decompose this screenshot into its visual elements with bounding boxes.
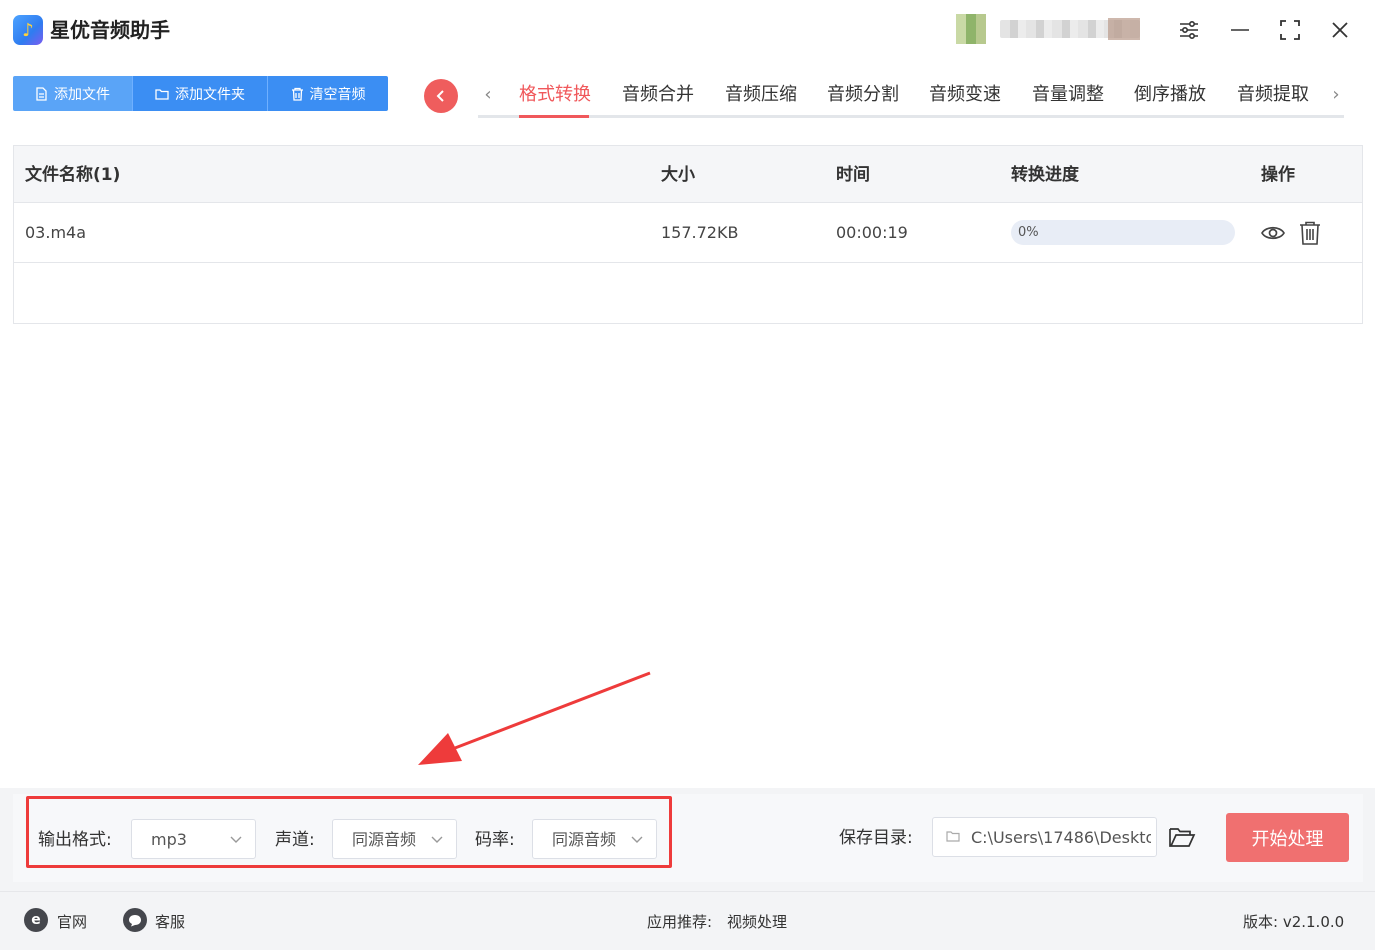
title-bar: ♪ 星优音频助手 [0, 0, 1375, 62]
row-size: 157.72KB [661, 223, 739, 242]
header-size: 大小 [661, 165, 695, 185]
tabs-scroll-right-icon[interactable]: › [1326, 80, 1346, 108]
chevron-down-icon [631, 836, 643, 843]
chevron-down-icon [230, 836, 242, 843]
chevron-down-icon [431, 836, 443, 843]
header-actions: 操作 [1261, 165, 1295, 185]
minimize-icon[interactable] [1224, 14, 1256, 46]
user-account[interactable] [948, 12, 1148, 46]
app-logo: ♪ [13, 15, 43, 45]
tab-volume-adjust[interactable]: 音量调整 [1032, 82, 1104, 108]
tab-audio-speed[interactable]: 音频变速 [929, 82, 1001, 108]
add-folder-button[interactable]: 添加文件夹 [133, 76, 268, 111]
row-progress-bar: 0% [1011, 220, 1235, 245]
function-tabs: ‹ 格式转换 音频合并 音频压缩 音频分割 音频变速 音量调整 倒序播放 音频提… [478, 76, 1344, 118]
tab-audio-merge[interactable]: 音频合并 [622, 82, 694, 108]
channel-value: 同源音频 [352, 830, 417, 849]
header-filename: 文件名称(1) [25, 165, 121, 185]
add-folder-label: 添加文件夹 [175, 86, 245, 103]
tab-format-convert[interactable]: 格式转换 [519, 82, 591, 108]
file-table: 文件名称(1) 大小 时间 转换进度 操作 03.m4a 157.72KB 00… [13, 145, 1363, 324]
toolbar: 添加文件 添加文件夹 清空音频 ‹ 格式转换 音频合并 音频压缩 音频分割 音频… [0, 62, 1375, 132]
eye-icon[interactable] [1260, 220, 1286, 246]
row-duration: 00:00:19 [836, 223, 908, 242]
settings-sliders-icon[interactable] [1173, 14, 1205, 46]
clear-audio-button[interactable]: 清空音频 [268, 76, 388, 111]
save-dir-value: C:\Users\17486\Desktop [971, 828, 1151, 847]
status-bar: e 官网 客服 应用推荐: 视频处理 版本: v2.1.0.0 [0, 891, 1375, 950]
back-circle-button[interactable] [424, 79, 458, 113]
start-processing-button[interactable]: 开始处理 [1226, 813, 1349, 862]
channel-select[interactable]: 同源音频 [332, 819, 457, 859]
row-filename: 03.m4a [25, 223, 87, 242]
bitrate-value: 同源音频 [552, 830, 617, 849]
tab-audio-extract[interactable]: 音频提取 [1237, 82, 1309, 108]
bitrate-select[interactable]: 同源音频 [532, 819, 657, 859]
user-avatar[interactable] [956, 14, 986, 44]
tabs-scroll-left-icon[interactable]: ‹ [478, 80, 498, 108]
user-name-blurred [1000, 18, 1140, 40]
trash-icon[interactable] [1297, 220, 1323, 246]
support-link[interactable]: 客服 [155, 912, 185, 932]
channel-label: 声道: [275, 830, 315, 850]
main-panel: 文件名称(1) 大小 时间 转换进度 操作 03.m4a 157.72KB 00… [0, 132, 1375, 788]
app-title: 星优音频助手 [50, 18, 170, 42]
recommend-label: 应用推荐: [647, 913, 713, 931]
add-file-label: 添加文件 [54, 86, 110, 103]
chevron-left-icon [436, 90, 444, 102]
maximize-icon[interactable] [1274, 14, 1306, 46]
active-tab-underline [519, 115, 589, 118]
row-progress-text: 0% [1018, 225, 1039, 240]
save-dir-input[interactable]: C:\Users\17486\Desktop [932, 817, 1157, 857]
trash-icon [291, 87, 303, 101]
close-icon[interactable] [1324, 14, 1356, 46]
tab-audio-compress[interactable]: 音频压缩 [725, 82, 797, 108]
website-link[interactable]: 官网 [57, 912, 87, 932]
tab-audio-split[interactable]: 音频分割 [827, 82, 899, 108]
add-file-button[interactable]: 添加文件 [13, 76, 133, 111]
chat-bubble-icon[interactable] [123, 908, 147, 932]
website-icon[interactable]: e [24, 908, 48, 932]
output-format-select[interactable]: mp3 [131, 819, 256, 859]
clear-audio-label: 清空音频 [309, 86, 366, 103]
version-text: 版本: v2.1.0.0 [1243, 913, 1345, 931]
header-progress: 转换进度 [1011, 165, 1079, 185]
table-row[interactable]: 03.m4a 157.72KB 00:00:19 0% [14, 203, 1362, 263]
output-format-label: 输出格式: [38, 830, 112, 850]
output-format-value: mp3 [151, 830, 187, 849]
folder-icon [946, 831, 960, 842]
recommend-video-link[interactable]: 视频处理 [727, 912, 787, 932]
table-header: 文件名称(1) 大小 时间 转换进度 操作 [14, 146, 1362, 203]
file-button-group: 添加文件 添加文件夹 清空音频 [13, 76, 388, 111]
folder-icon [155, 88, 169, 100]
header-duration: 时间 [836, 165, 870, 185]
file-icon [36, 86, 47, 101]
bitrate-label: 码率: [475, 830, 515, 850]
save-dir-label: 保存目录: [839, 828, 913, 848]
tab-reverse-play[interactable]: 倒序播放 [1134, 82, 1206, 108]
open-folder-icon[interactable] [1168, 824, 1196, 850]
